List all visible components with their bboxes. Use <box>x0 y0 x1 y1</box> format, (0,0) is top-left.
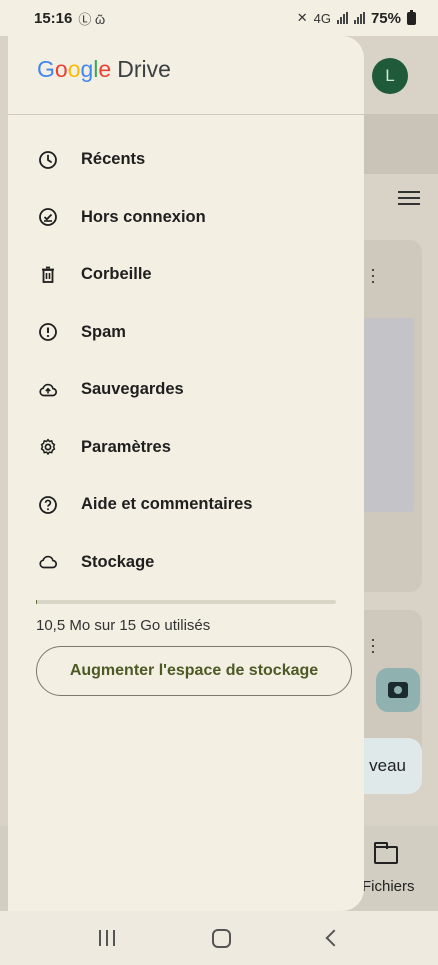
signal-icon-2 <box>353 12 365 24</box>
menu-item-storage[interactable]: Stockage <box>8 534 364 592</box>
clock-icon <box>38 150 58 170</box>
logo-letter: g <box>80 56 94 82</box>
storage-usage-bar <box>36 600 336 604</box>
spam-icon <box>38 322 58 342</box>
status-time: 15:16 <box>34 9 73 27</box>
logo-letter: o <box>54 56 68 82</box>
menu-item-label: Corbeille <box>81 265 152 284</box>
offline-check-icon <box>38 207 58 227</box>
drawer-menu: Récents Hors connexion Corbeille Spam Sa… <box>8 131 364 591</box>
upgrade-storage-button[interactable]: Augmenter l'espace de stockage <box>36 646 352 696</box>
back-icon[interactable] <box>325 929 342 947</box>
menu-item-help[interactable]: Aide et commentaires <box>8 476 364 534</box>
logo-letter: o <box>67 56 81 82</box>
avatar[interactable]: L <box>372 58 408 94</box>
network-type: 4G <box>313 10 331 26</box>
folder-icon[interactable] <box>373 842 398 864</box>
files-tab-label[interactable]: Fichiers <box>362 878 415 895</box>
menu-item-label: Aide et commentaires <box>81 495 253 514</box>
logo-letter: e <box>98 56 112 82</box>
google-drive-logo: Google Drive <box>37 56 171 83</box>
menu-item-backups[interactable]: Sauvegardes <box>8 361 364 419</box>
recent-apps-icon[interactable] <box>98 930 115 946</box>
cloud-upload-icon <box>38 380 58 400</box>
navigation-drawer: Google Drive Récents Hors connexion Corbe… <box>8 36 364 911</box>
menu-item-label: Stockage <box>81 552 155 571</box>
status-indicators: Ⓛ ῶ <box>78 11 106 27</box>
menu-item-offline[interactable]: Hors connexion <box>8 189 364 247</box>
signal-icon <box>336 12 348 24</box>
system-nav-bar <box>0 911 438 965</box>
menu-item-settings[interactable]: Paramètres <box>8 419 364 477</box>
menu-item-label: Sauvegardes <box>81 380 184 399</box>
scan-camera-button[interactable] <box>376 668 420 712</box>
battery-icon <box>407 9 416 25</box>
status-bar: 15:16 Ⓛ ῶ ✕ 4G 75% <box>0 0 438 36</box>
menu-item-spam[interactable]: Spam <box>8 304 364 362</box>
background-search-band <box>360 114 438 174</box>
more-options-icon[interactable]: · · · <box>370 260 376 290</box>
status-left: 15:16 Ⓛ ῶ <box>34 9 105 28</box>
storage-usage-text: 10,5 Mo sur 15 Go utilisés <box>36 617 211 634</box>
logo-letter: G <box>37 56 55 82</box>
home-icon[interactable] <box>211 928 231 948</box>
list-view-icon[interactable] <box>398 191 420 207</box>
status-right: ✕ 4G 75% <box>296 9 416 27</box>
camera-icon <box>388 682 408 698</box>
gear-icon <box>38 437 58 457</box>
menu-item-trash[interactable]: Corbeille <box>8 246 364 304</box>
logo-drive-text: Drive <box>117 56 171 82</box>
cloud-icon <box>38 552 58 572</box>
drawer-header: Google Drive <box>8 36 364 115</box>
trash-icon <box>38 265 58 285</box>
mute-icon: ✕ <box>296 10 308 25</box>
menu-item-label: Hors connexion <box>81 207 206 226</box>
more-options-icon[interactable]: · · · <box>370 630 376 660</box>
file-thumbnail <box>362 318 414 512</box>
new-button-label: veau <box>369 756 406 775</box>
battery-level: 75% <box>370 9 401 27</box>
menu-item-label: Récents <box>81 150 146 169</box>
help-icon <box>38 495 58 515</box>
menu-item-label: Spam <box>81 322 126 341</box>
menu-item-label: Paramètres <box>81 437 171 456</box>
menu-item-recents[interactable]: Récents <box>8 131 364 189</box>
